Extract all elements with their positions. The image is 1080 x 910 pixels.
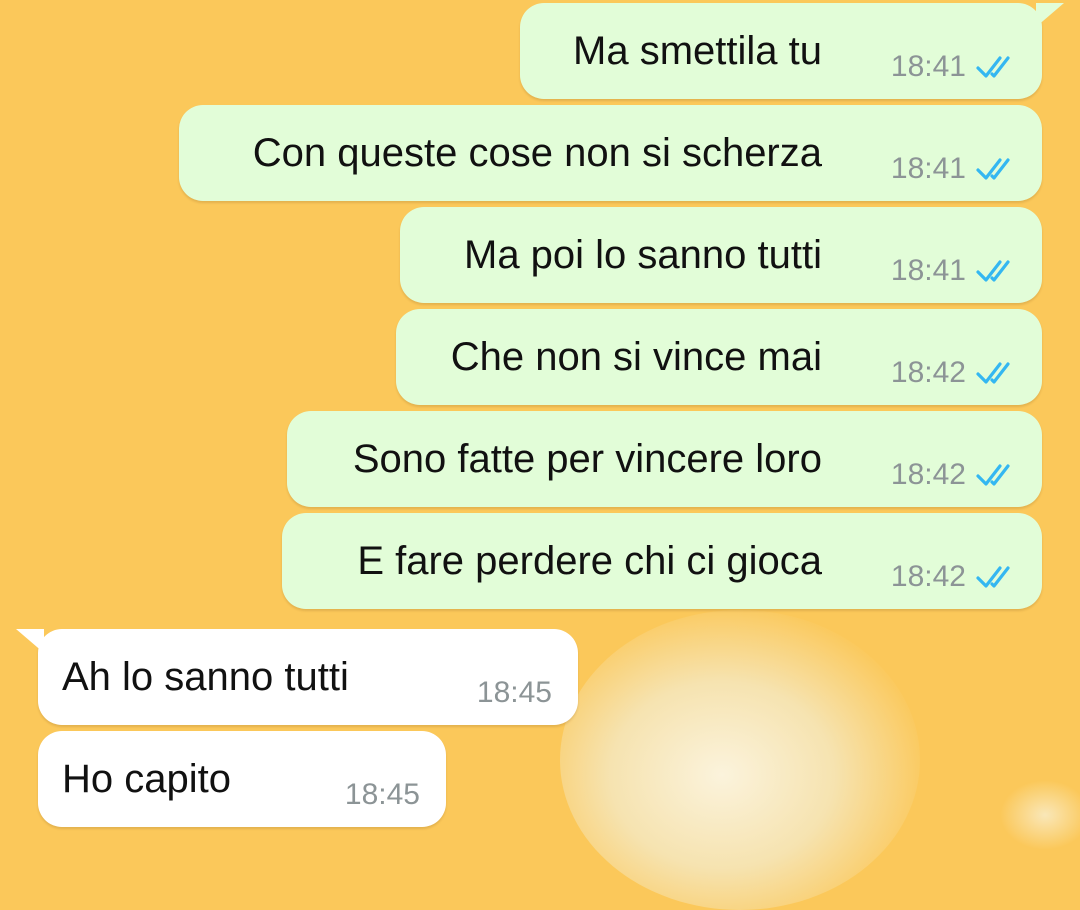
- outgoing-message[interactable]: Con queste cose non si scherza 18:41: [179, 105, 1042, 201]
- message-time: 18:42: [890, 356, 966, 389]
- double-check-icon: [976, 158, 1010, 180]
- message-time: 18:42: [890, 560, 966, 593]
- double-check-icon: [976, 260, 1010, 282]
- message-text: Che non si vince mai: [450, 335, 822, 379]
- message-text: Ho capito: [62, 757, 231, 801]
- message-time: 18:42: [890, 458, 966, 491]
- message-text: Ma smettila tu: [573, 29, 822, 73]
- bubble-tail: [16, 629, 44, 653]
- message-time: 18:41: [890, 152, 966, 185]
- message-text: Sono fatte per vincere loro: [352, 437, 822, 481]
- message-text: E fare perdere chi ci gioca: [357, 539, 822, 583]
- message-list[interactable]: Ma smettila tu 18:41 Con queste cose non…: [0, 0, 1080, 835]
- double-check-icon: [976, 464, 1010, 486]
- incoming-message[interactable]: Ho capito 18:45: [38, 731, 446, 827]
- message-time: 18:45: [476, 676, 552, 709]
- outgoing-message[interactable]: E fare perdere chi ci gioca 18:42: [282, 513, 1042, 609]
- message-time: 18:45: [344, 778, 420, 811]
- message-time: 18:41: [890, 254, 966, 287]
- outgoing-message[interactable]: Sono fatte per vincere loro 18:42: [287, 411, 1042, 507]
- double-check-icon: [976, 566, 1010, 588]
- message-time: 18:41: [890, 50, 966, 83]
- double-check-icon: [976, 362, 1010, 384]
- incoming-message[interactable]: Ah lo sanno tutti 18:45: [16, 629, 578, 725]
- outgoing-message[interactable]: Ma poi lo sanno tutti 18:41: [400, 207, 1042, 303]
- message-text: Ah lo sanno tutti: [62, 655, 349, 699]
- outgoing-message[interactable]: Ma smettila tu 18:41: [520, 3, 1064, 99]
- bubble-tail: [1036, 3, 1064, 27]
- outgoing-message[interactable]: Che non si vince mai 18:42: [396, 309, 1042, 405]
- message-text: Con queste cose non si scherza: [252, 131, 822, 175]
- double-check-icon: [976, 56, 1010, 78]
- message-text: Ma poi lo sanno tutti: [464, 233, 822, 277]
